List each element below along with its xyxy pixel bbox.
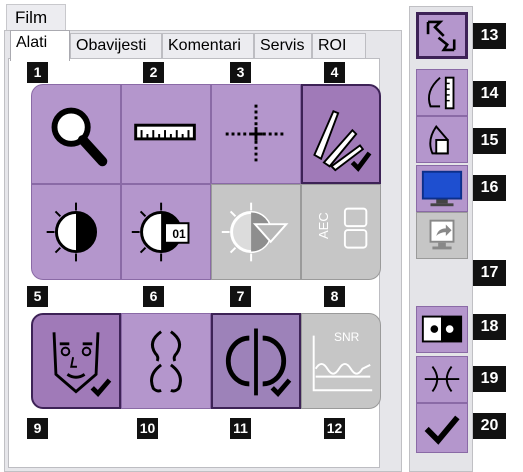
tab-roi[interactable]: ROI xyxy=(312,33,366,58)
crosshair-button[interactable] xyxy=(211,84,301,184)
tool-number: 2 xyxy=(143,62,164,83)
accept-checkmark-icon xyxy=(424,415,460,445)
tool-number: 6 xyxy=(143,286,164,307)
lines-icon xyxy=(424,365,460,393)
flip-button[interactable] xyxy=(121,313,211,409)
snr-icon xyxy=(312,335,373,392)
face-checkmark-icon xyxy=(52,332,112,398)
tool-number: 8 xyxy=(324,286,345,307)
tool-number: 1 xyxy=(27,62,48,83)
tool-number: 15 xyxy=(473,128,506,154)
annotation-pens-button[interactable] xyxy=(301,84,381,184)
monitor-send-icon xyxy=(429,219,455,250)
tool-number: 20 xyxy=(473,413,506,439)
aec-label: AEC xyxy=(316,212,331,239)
ruler-button[interactable] xyxy=(121,84,211,184)
bucket-icon xyxy=(429,125,449,155)
tool-number: 16 xyxy=(473,175,506,201)
tool-number: 14 xyxy=(473,81,506,107)
tool-number: 18 xyxy=(473,314,506,340)
bucket-button[interactable] xyxy=(416,116,468,163)
tool-number: 12 xyxy=(324,418,345,439)
monitor-icon xyxy=(421,170,463,207)
flip-horizontal-icon xyxy=(150,330,182,393)
crosshair-icon xyxy=(225,104,287,164)
window-level-preset-icon xyxy=(131,202,190,262)
pens-checkmark-icon xyxy=(313,109,372,172)
tool-number: 7 xyxy=(230,286,251,307)
tab-alati[interactable]: Alati xyxy=(10,30,70,61)
ruler-icon xyxy=(134,123,196,141)
film-tab[interactable]: Film xyxy=(6,4,66,30)
split-view-icon xyxy=(421,315,463,343)
face-tool-button[interactable] xyxy=(31,313,121,409)
tools-window: Film Alati Obavijesti Komentari Servis R… xyxy=(0,0,523,472)
tool-number: 11 xyxy=(230,418,251,439)
aec-button[interactable]: AEC xyxy=(301,184,381,280)
tool-number: 3 xyxy=(230,62,251,83)
split-view-button[interactable] xyxy=(416,306,468,353)
tab-komentari[interactable]: Komentari xyxy=(162,33,254,58)
magnifier-button[interactable] xyxy=(31,84,121,184)
tab-servis[interactable]: Servis xyxy=(254,33,312,58)
auto-window-level-button[interactable] xyxy=(211,184,301,280)
monitor-send-button[interactable] xyxy=(416,212,468,259)
contrast-button[interactable] xyxy=(31,184,121,280)
tab-obavijesti[interactable]: Obavijesti xyxy=(70,33,162,58)
monitor-button[interactable] xyxy=(416,165,468,212)
invert-button[interactable] xyxy=(211,313,301,409)
tool-number: 13 xyxy=(473,23,506,49)
accept-button[interactable] xyxy=(416,403,468,453)
tool-number: 17 xyxy=(473,260,506,286)
contrast-icon xyxy=(46,202,98,262)
aec-icon xyxy=(343,207,368,249)
magnifier-icon xyxy=(51,107,108,167)
tool-number: 19 xyxy=(473,366,506,392)
preset-badge: 01 xyxy=(172,227,186,241)
snr-label: SNR xyxy=(334,330,360,344)
tool-number: 5 xyxy=(27,286,48,307)
fit-viewport-icon xyxy=(426,20,456,52)
auto-window-level-icon xyxy=(221,202,289,262)
tool-number: 9 xyxy=(27,418,48,439)
window-level-preset-button[interactable]: 01 xyxy=(121,184,211,280)
invert-checkmark-icon xyxy=(225,328,292,398)
true-size-button[interactable] xyxy=(416,69,468,116)
lines-button[interactable] xyxy=(416,356,468,403)
true-size-icon xyxy=(427,76,455,110)
snr-button[interactable]: SNR xyxy=(301,313,381,409)
fit-viewport-button[interactable] xyxy=(416,12,468,59)
tool-number: 10 xyxy=(137,418,158,439)
tool-number: 4 xyxy=(324,62,345,83)
